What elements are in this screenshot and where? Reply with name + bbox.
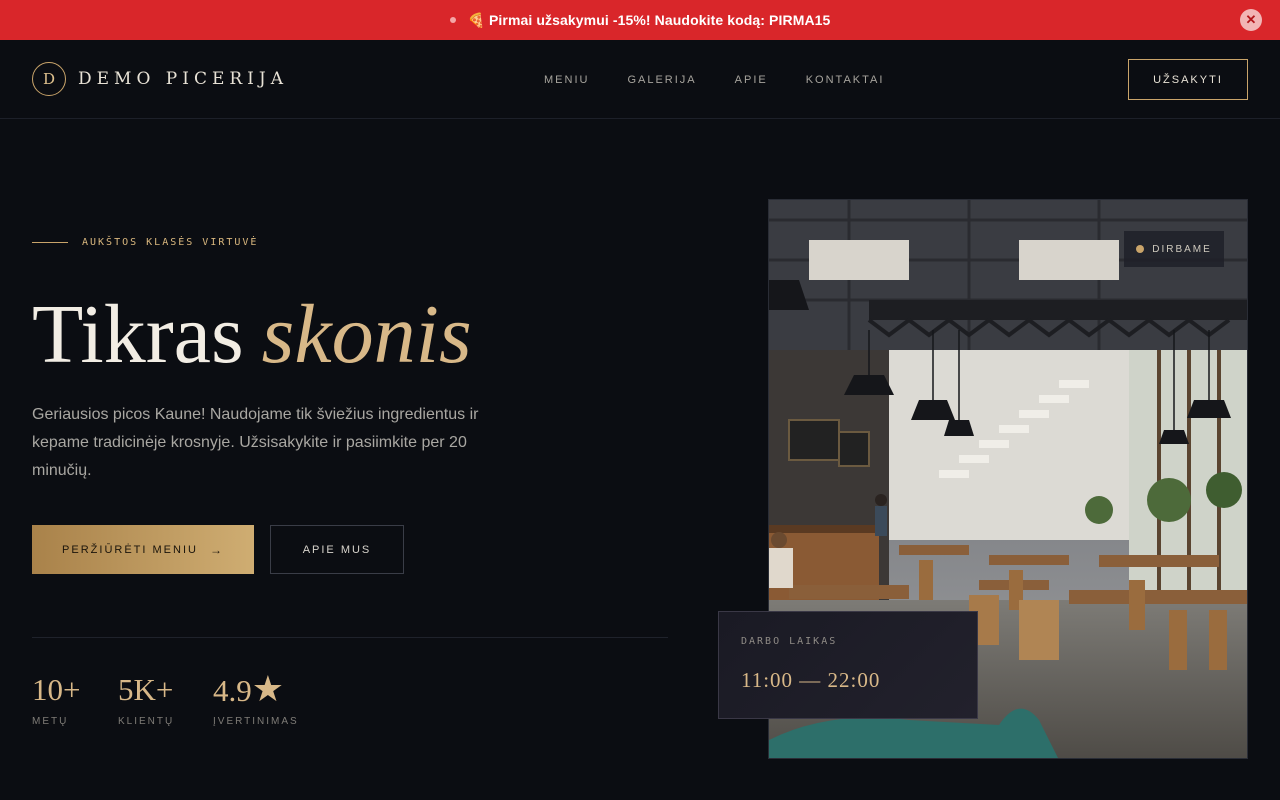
stat-value: 5K+ xyxy=(118,672,174,707)
stat-label: METŲ xyxy=(32,716,69,727)
stat-value: 4.9★ xyxy=(213,668,299,710)
stat-years: 10+ METŲ xyxy=(32,672,80,727)
promo-text: Pirmai užsakymui -15%! Naudokite kodą: P… xyxy=(488,12,831,28)
nav-item-galerija[interactable]: GALERIJA xyxy=(627,74,696,86)
eyebrow-line xyxy=(32,242,68,243)
hero-title: Tikras skonis xyxy=(32,286,472,383)
logo-mark: D xyxy=(32,62,66,96)
view-menu-button[interactable]: PERŽIŪRĖTI MENIU → xyxy=(32,525,254,574)
eyebrow-label: AUKŠTOS KLASĖS VIRTUVĖ xyxy=(82,237,259,248)
main-nav: MENIU GALERIJA APIE KONTAKTAI xyxy=(544,74,922,86)
status-dot-icon xyxy=(1136,245,1145,253)
hours-value: 11:00 — 22:00 xyxy=(741,668,881,692)
promo-dot xyxy=(449,17,456,23)
view-menu-label: PERŽIŪRĖTI MENIU xyxy=(62,543,198,556)
hours-label: DARBO LAIKAS xyxy=(741,636,838,647)
rating-value: 4.9 xyxy=(213,673,252,708)
promo-banner: 🍕 Pirmai užsakymui -15%! Naudokite kodą:… xyxy=(0,0,1280,40)
pizza-icon: 🍕 xyxy=(467,11,485,28)
status-badge: DIRBAME xyxy=(1124,231,1224,267)
stat-rating: 4.9★ ĮVERTINIMAS xyxy=(213,668,299,727)
nav-item-apie[interactable]: APIE xyxy=(735,74,768,86)
stat-label: KLIENTŲ xyxy=(118,716,175,727)
close-icon[interactable]: ✕ xyxy=(1240,9,1262,31)
about-us-button[interactable]: APIE MUS xyxy=(270,525,404,574)
status-label: DIRBAME xyxy=(1152,243,1212,255)
site-header: D DEMO PICERIJA MENIU GALERIJA APIE KONT… xyxy=(0,40,1280,119)
hero-description: Geriausios picos Kaune! Naudojame tik šv… xyxy=(32,406,479,479)
divider xyxy=(32,637,668,638)
stat-label: ĮVERTINIMAS xyxy=(213,716,299,727)
star-icon: ★ xyxy=(251,669,285,709)
arrow-right-icon: → xyxy=(209,542,224,557)
eyebrow: AUKŠTOS KLASĖS VIRTUVĖ xyxy=(32,237,258,248)
stat-value: 10+ xyxy=(32,672,81,707)
logo[interactable]: D DEMO PICERIJA xyxy=(32,62,288,96)
hero-title-plain: Tikras xyxy=(32,288,244,381)
hero-title-accent: skonis xyxy=(261,288,472,381)
stat-clients: 5K+ KLIENTŲ xyxy=(118,672,174,727)
order-button[interactable]: UŽSAKYTI xyxy=(1128,59,1248,100)
nav-item-kontaktai[interactable]: KONTAKTAI xyxy=(806,74,885,86)
hours-card: DARBO LAIKAS 11:00 — 22:00 xyxy=(718,611,978,719)
logo-text: DEMO PICERIJA xyxy=(78,69,288,89)
nav-item-meniu[interactable]: MENIU xyxy=(544,74,589,86)
